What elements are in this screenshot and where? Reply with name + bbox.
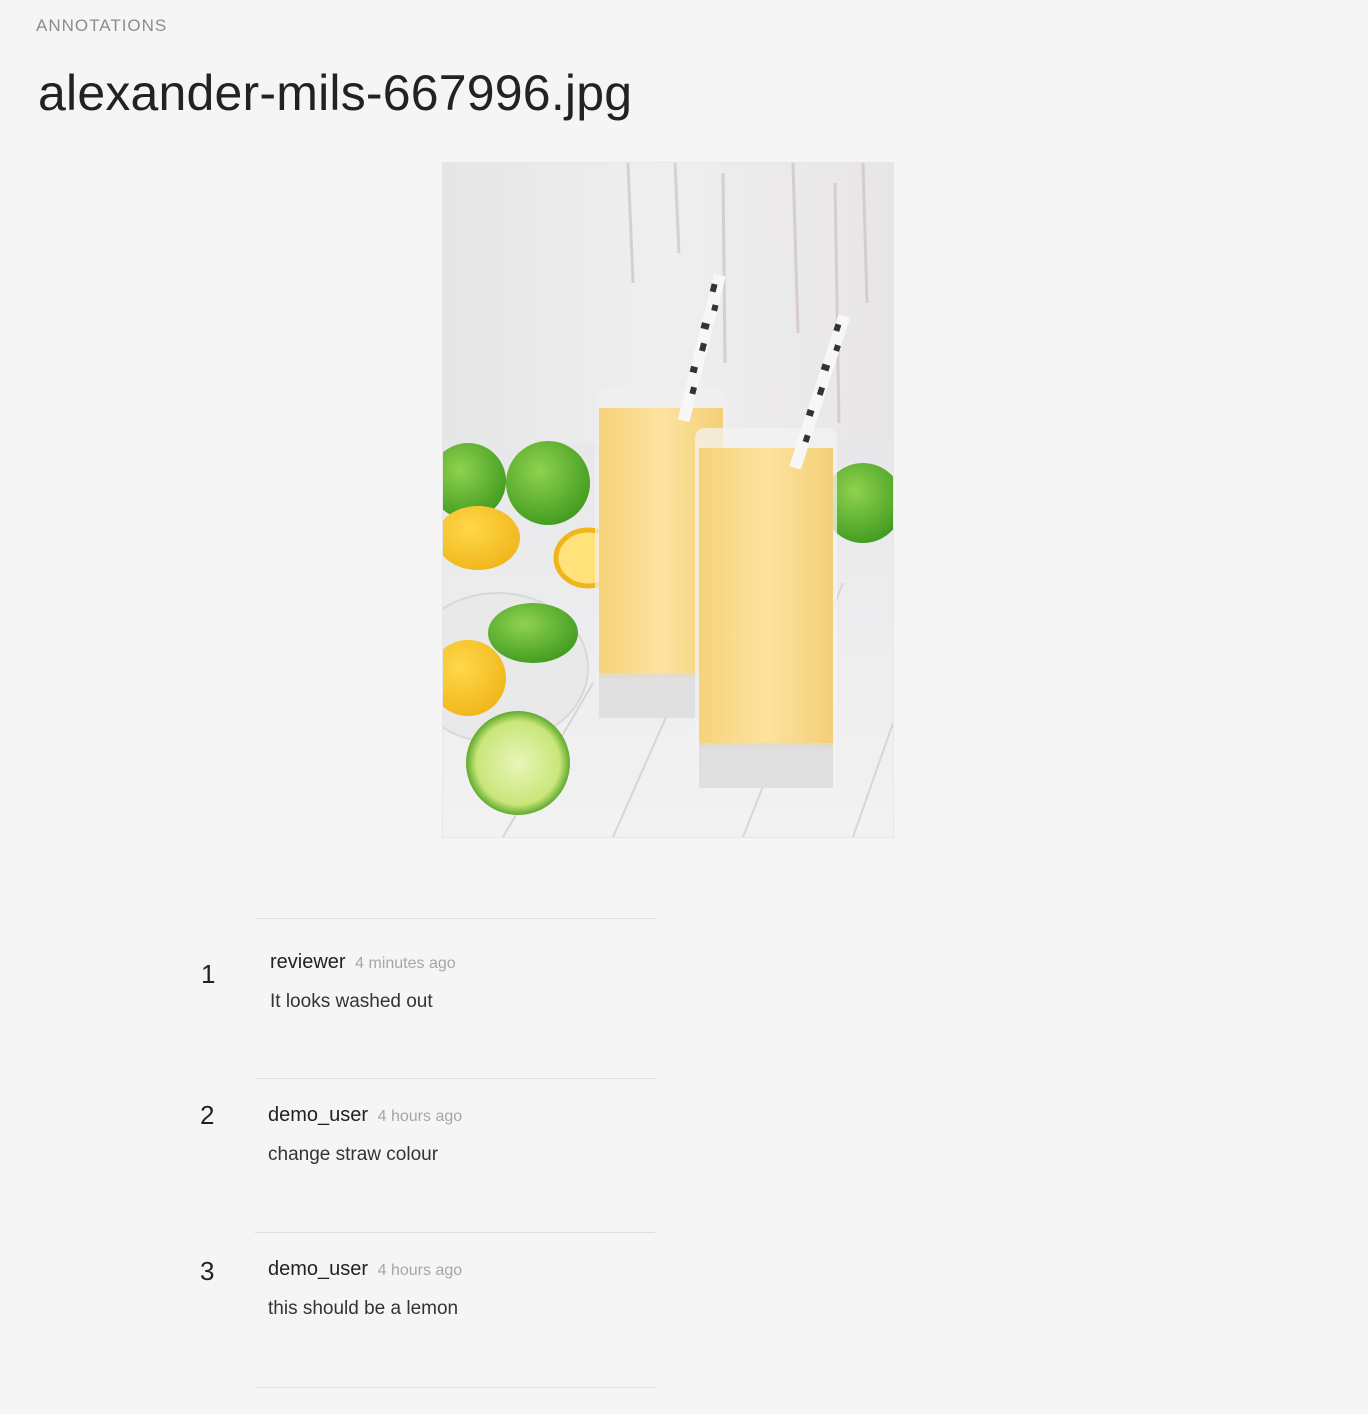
annotation-text: this should be a lemon bbox=[268, 1298, 459, 1319]
divider bbox=[255, 918, 655, 919]
annotation-time: 4 hours ago bbox=[377, 1262, 463, 1279]
annotation-number: 2 bbox=[200, 1100, 215, 1130]
smoothie-photo[interactable] bbox=[443, 163, 893, 837]
divider bbox=[255, 1387, 655, 1388]
page-title: alexander-mils-667996.jpg bbox=[38, 65, 633, 121]
annotation-text: change straw colour bbox=[268, 1144, 439, 1165]
annotation-author: demo_user 4 hours ago bbox=[268, 1104, 462, 1127]
annotation-time: 4 hours ago bbox=[377, 1108, 463, 1125]
annotation-text: It looks washed out bbox=[270, 991, 433, 1012]
annotation-time: 4 minutes ago bbox=[355, 955, 456, 972]
annotation-user: reviewer bbox=[270, 951, 346, 973]
divider bbox=[255, 1232, 655, 1233]
annotation-author: reviewer 4 minutes ago bbox=[270, 951, 456, 974]
annotated-image[interactable] bbox=[443, 163, 893, 837]
annotation-number: 1 bbox=[201, 959, 216, 989]
divider bbox=[255, 1078, 655, 1079]
section-label: ANNOTATIONS bbox=[36, 16, 168, 35]
annotation-user: demo_user bbox=[268, 1258, 369, 1280]
annotation-author: demo_user 4 hours ago bbox=[268, 1258, 462, 1281]
annotation-number: 3 bbox=[200, 1256, 215, 1286]
annotation-user: demo_user bbox=[268, 1104, 369, 1126]
